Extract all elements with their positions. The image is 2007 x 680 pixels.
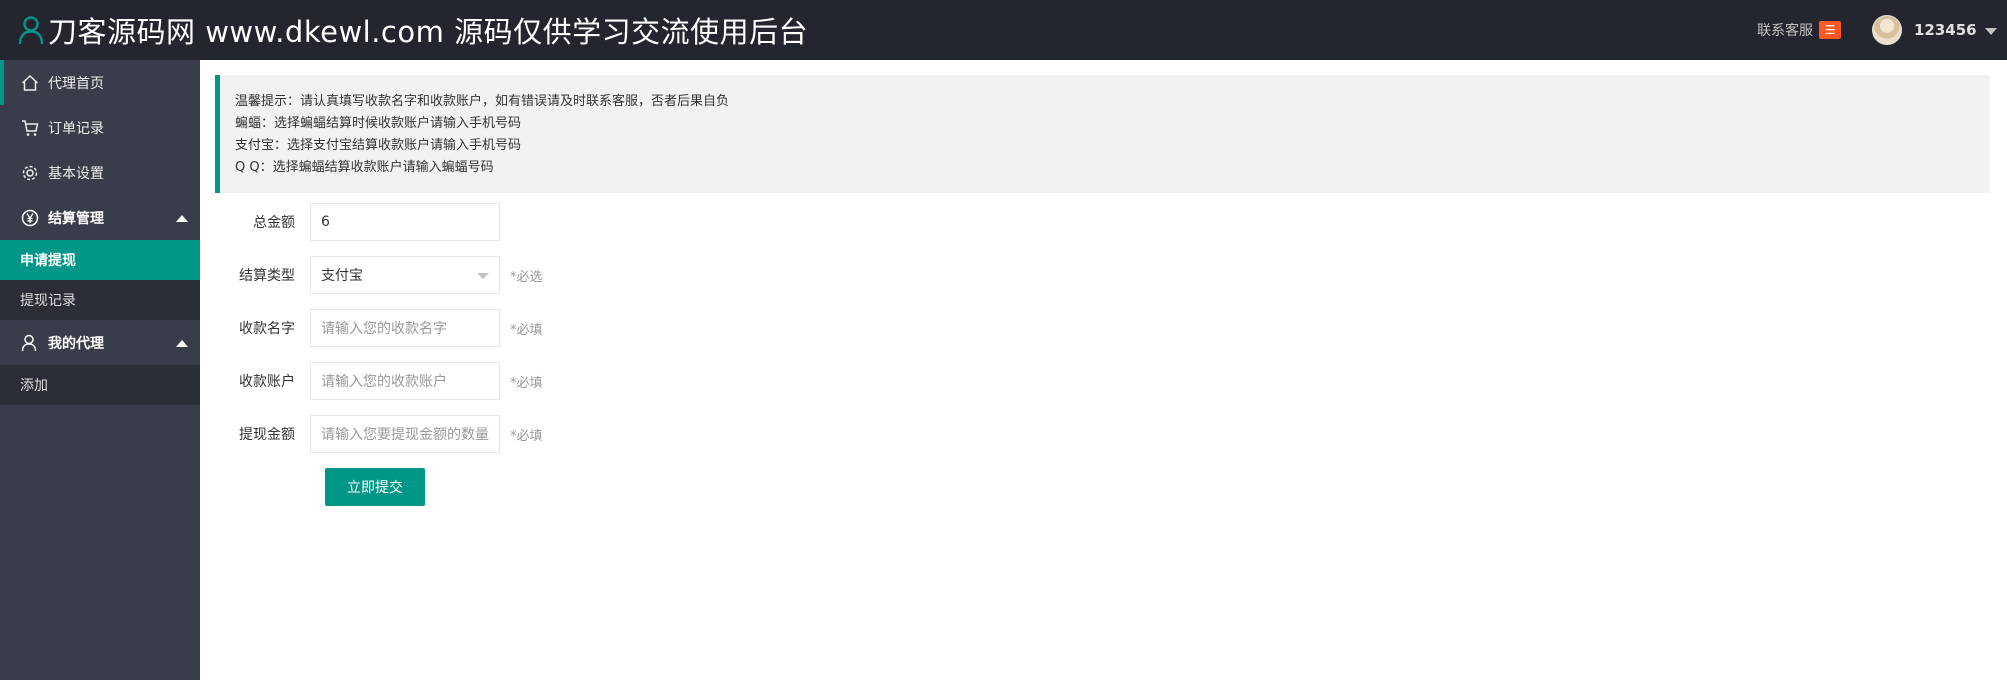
user-icon	[20, 333, 40, 353]
contact-support-link[interactable]: 联系客服 ☰	[1757, 20, 1841, 40]
settlement-type-value: 支付宝	[321, 268, 363, 284]
sidebar-group-agents[interactable]: 我的代理	[0, 320, 200, 365]
menu-icon: ☰	[1819, 21, 1841, 39]
payee-account-input[interactable]: 请输入您的收款账户	[310, 362, 500, 400]
payee-name-label: 收款名字	[239, 321, 295, 337]
settlement-type-select[interactable]: 支付宝	[310, 256, 500, 294]
user-menu[interactable]: 123456	[1872, 14, 1997, 46]
sidebar-item-add-agent[interactable]: 添加	[0, 365, 200, 405]
notice-line: Q Q：选择蝙蝠结算收款账户请输入蝙蝠号码	[235, 160, 494, 175]
withdraw-amount-label: 提现金额	[239, 427, 295, 443]
page-title: 刀客源码网 www.dkewl.com 源码仅供学习交流使用后台	[48, 15, 809, 49]
sidebar-item-home[interactable]: 代理首页	[0, 60, 200, 105]
notice-box: 温馨提示：请认真填写收款名字和收款账户，如有错误请及时联系客服，否者后果自负 蝙…	[215, 75, 1990, 193]
form-row-name: 收款名字 请输入您的收款名字 *必填	[215, 309, 543, 347]
avatar	[1872, 15, 1902, 45]
required-hint: *必填	[510, 428, 543, 444]
required-hint: *必选	[510, 269, 543, 285]
sidebar-item-label: 代理首页	[48, 75, 104, 92]
caret-down-icon	[1984, 27, 1997, 35]
sidebar-item-withdraw-records[interactable]: 提现记录	[0, 280, 200, 320]
sidebar-item-label: 订单记录	[48, 120, 104, 137]
notice-line: 支付宝：选择支付宝结算收款账户请输入手机号码	[235, 138, 522, 153]
chevron-down-icon	[477, 273, 489, 279]
sidebar-item-settings[interactable]: 基本设置	[0, 150, 200, 195]
sidebar-group-label: 我的代理	[48, 335, 104, 352]
form-row-amount: 提现金额 请输入您要提现金额的数量 *必填	[215, 415, 543, 453]
cart-icon	[20, 118, 40, 138]
submit-button[interactable]: 立即提交	[325, 468, 425, 506]
sidebar-group-settlement[interactable]: 结算管理	[0, 195, 200, 240]
brand: 刀客源码网 www.dkewl.com 源码仅供学习交流使用后台	[18, 0, 808, 60]
payee-name-input[interactable]: 请输入您的收款名字	[310, 309, 500, 347]
home-icon	[20, 73, 40, 93]
sidebar-item-label: 基本设置	[48, 165, 104, 182]
required-hint: *必填	[510, 322, 543, 338]
notice-line: 温馨提示：请认真填写收款名字和收款账户，如有错误请及时联系客服，否者后果自负	[235, 94, 730, 109]
sidebar-group-label: 结算管理	[48, 210, 104, 227]
payee-account-label: 收款账户	[239, 374, 295, 390]
notice-line: 蝙蝠：选择蝙蝠结算时候收款账户请输入手机号码	[235, 116, 522, 131]
total-amount-field[interactable]: 6	[310, 203, 500, 241]
contact-support-label: 联系客服	[1757, 23, 1813, 39]
total-amount-label: 总金额	[253, 215, 295, 231]
caret-up-icon	[176, 215, 188, 222]
form-row-total: 总金额 6	[215, 203, 500, 241]
caret-up-icon	[176, 340, 188, 347]
sidebar: 代理首页 订单记录 基本设置 结算管理 申请提现 提现记录 我的代理 添加	[0, 60, 200, 680]
sidebar-item-orders[interactable]: 订单记录	[0, 105, 200, 150]
username: 123456	[1914, 21, 1977, 39]
top-header: 刀客源码网 www.dkewl.com 源码仅供学习交流使用后台 联系客服 ☰ …	[0, 0, 2007, 60]
withdraw-amount-input[interactable]: 请输入您要提现金额的数量	[310, 415, 500, 453]
form-row-account: 收款账户 请输入您的收款账户 *必填	[215, 362, 543, 400]
user-outline-icon	[18, 15, 44, 45]
required-hint: *必填	[510, 375, 543, 391]
sidebar-item-apply-withdraw[interactable]: 申请提现	[0, 240, 200, 280]
yen-icon	[20, 208, 40, 228]
gear-icon	[20, 163, 40, 183]
form-row-type: 结算类型 支付宝 *必选	[215, 256, 543, 294]
settlement-type-label: 结算类型	[239, 268, 295, 284]
